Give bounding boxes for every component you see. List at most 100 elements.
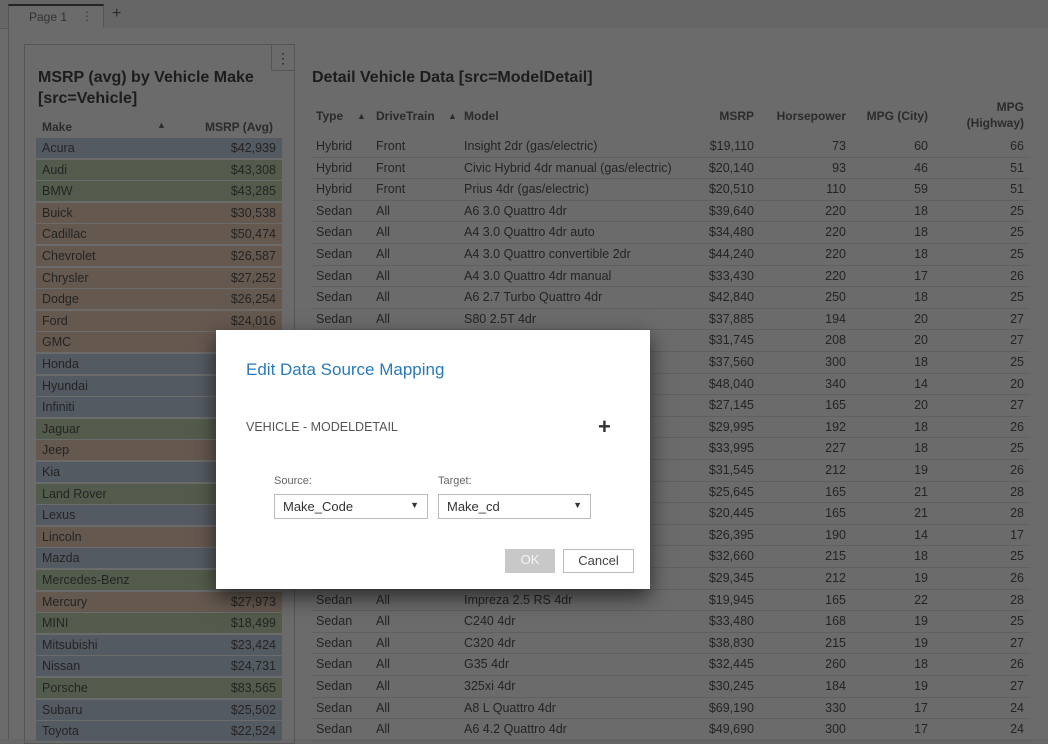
mpg-highway-cell: 27 bbox=[1010, 333, 1024, 348]
detail-row[interactable]: Sedan All A6 3.0 Quattro 4dr $39,640 220 18 25 bbox=[312, 201, 1030, 223]
make-name: Audi bbox=[42, 162, 68, 177]
make-name: Toyota bbox=[42, 724, 79, 739]
model-cell: Civic Hybrid 4dr manual (gas/electric) bbox=[464, 160, 672, 175]
make-row[interactable]: BMW $43,285 bbox=[36, 181, 282, 203]
make-row[interactable]: Audi $43,308 bbox=[36, 159, 282, 181]
col-header-make[interactable]: Make bbox=[42, 120, 72, 134]
make-name: GMC bbox=[42, 335, 72, 350]
add-mapping-plus-icon[interactable]: + bbox=[598, 414, 611, 440]
ok-button[interactable]: OK bbox=[505, 549, 555, 573]
detail-row[interactable]: Sedan All A6 4.2 Quattro 4dr $49,690 300 17 24 bbox=[312, 719, 1030, 741]
make-row[interactable]: Mitsubishi $23,424 bbox=[36, 634, 282, 656]
edit-data-source-mapping-dialog: Edit Data Source Mapping VEHICLE - MODEL… bbox=[216, 330, 650, 589]
mpg-highway-cell: 25 bbox=[1010, 290, 1024, 305]
make-row[interactable]: Buick $30,538 bbox=[36, 202, 282, 224]
mpg-highway-cell: 27 bbox=[1010, 311, 1024, 326]
horsepower-cell: 300 bbox=[825, 722, 846, 737]
mpg-highway-cell: 27 bbox=[1010, 679, 1024, 693]
make-row[interactable]: Ford $24,016 bbox=[36, 310, 282, 332]
horsepower-cell: 212 bbox=[825, 571, 846, 585]
horsepower-cell: 190 bbox=[825, 527, 846, 542]
detail-row[interactable]: Sedan All G35 4dr $32,445 260 18 26 bbox=[312, 654, 1030, 676]
mpg-highway-cell: 17 bbox=[1010, 527, 1024, 542]
make-name: Dodge bbox=[42, 292, 79, 307]
sort-asc-icon: ▲ bbox=[157, 120, 166, 130]
drivetrain-cell: All bbox=[376, 657, 390, 672]
make-name: Nissan bbox=[42, 659, 81, 674]
type-cell: Sedan bbox=[316, 679, 353, 693]
mpg-highway-cell: 26 bbox=[1010, 268, 1024, 283]
horsepower-cell: 110 bbox=[826, 182, 846, 197]
col-header-type[interactable]: Type bbox=[316, 109, 343, 123]
col-header-msrp[interactable]: MSRP bbox=[719, 109, 754, 123]
type-cell: Hybrid bbox=[316, 139, 353, 153]
make-row[interactable]: Chrysler $27,252 bbox=[36, 267, 282, 289]
mpg-city-cell: 18 bbox=[914, 549, 928, 564]
drivetrain-cell: All bbox=[376, 592, 390, 607]
detail-row[interactable]: Hybrid Front Civic Hybrid 4dr manual (gas/… bbox=[312, 158, 1030, 180]
type-cell: Sedan bbox=[316, 635, 353, 650]
detail-row[interactable]: Sedan All C240 4dr $33,480 168 19 25 bbox=[312, 611, 1030, 633]
mpg-city-cell: 20 bbox=[914, 311, 928, 326]
horsepower-cell: 215 bbox=[825, 635, 846, 650]
make-row[interactable]: Toyota $22,524 bbox=[36, 721, 282, 743]
drivetrain-cell: All bbox=[376, 290, 390, 305]
col-header-drivetrain[interactable]: DriveTrain bbox=[376, 109, 435, 123]
col-header-model[interactable]: Model bbox=[464, 109, 499, 123]
detail-row[interactable]: Sedan All A4 3.0 Quattro 4dr auto $34,480 22… bbox=[312, 222, 1030, 244]
make-name: Honda bbox=[42, 357, 79, 371]
mpg-highway-cell: 25 bbox=[1010, 247, 1024, 261]
page-tab-bar: Page 1 ⋮ + bbox=[0, 0, 1048, 29]
make-row[interactable]: Cadillac $50,474 bbox=[36, 224, 282, 246]
detail-row[interactable]: Sedan All Impreza 2.5 RS 4dr $19,945 165 22 28 bbox=[312, 590, 1030, 612]
detail-row[interactable]: Sedan All 325xi 4dr $30,245 184 19 27 bbox=[312, 676, 1030, 698]
mpg-highway-cell: 25 bbox=[1010, 225, 1024, 240]
make-row[interactable]: Nissan $24,731 bbox=[36, 656, 282, 678]
col-header-mpg-highway[interactable]: MPG (Highway) bbox=[954, 99, 1024, 131]
horsepower-cell: 165 bbox=[825, 398, 846, 413]
model-cell: A6 2.7 Turbo Quattro 4dr bbox=[464, 290, 603, 305]
horsepower-cell: 227 bbox=[825, 441, 846, 456]
panel-menu-icon[interactable]: ⋮ bbox=[271, 45, 294, 71]
add-page-button[interactable]: + bbox=[112, 5, 121, 23]
tab-page-1[interactable]: Page 1 ⋮ bbox=[8, 4, 104, 29]
detail-row[interactable]: Sedan All A8 L Quattro 4dr $69,190 330 17 24 bbox=[312, 698, 1030, 720]
msrp-cell: $32,445 bbox=[708, 657, 754, 672]
col-header-mpg-city[interactable]: MPG (City) bbox=[867, 109, 928, 123]
make-row[interactable]: Chevrolet $26,587 bbox=[36, 246, 282, 267]
tab-more-icon[interactable]: ⋮ bbox=[81, 9, 93, 23]
msrp-cell: $69,190 bbox=[708, 700, 754, 715]
drivetrain-cell: Front bbox=[376, 160, 406, 175]
target-value: Make_cd bbox=[447, 499, 500, 514]
msrp-cell: $33,480 bbox=[708, 614, 754, 629]
make-row[interactable]: Porsche $83,565 bbox=[36, 678, 282, 699]
make-row[interactable]: Subaru $25,502 bbox=[36, 699, 282, 721]
target-select[interactable]: Make_cd ▼ bbox=[438, 494, 591, 519]
detail-row[interactable]: Sedan All A4 3.0 Quattro convertible 2dr $4… bbox=[312, 244, 1030, 266]
col-header-msrp-avg[interactable]: MSRP (Avg) bbox=[205, 120, 273, 134]
detail-row[interactable]: Sedan All A6 2.7 Turbo Quattro 4dr $42,840 2… bbox=[312, 287, 1030, 309]
mpg-city-cell: 59 bbox=[914, 182, 928, 197]
detail-row[interactable]: Hybrid Front Prius 4dr (gas/electric) $20,5… bbox=[312, 179, 1030, 201]
mpg-city-cell: 17 bbox=[914, 722, 928, 737]
detail-row[interactable]: Sedan All S80 2.5T 4dr $37,885 194 20 27 bbox=[312, 309, 1030, 331]
detail-row[interactable]: Hybrid Front Insight 2dr (gas/electric) $19… bbox=[312, 136, 1030, 158]
make-row[interactable]: Acura $42,939 bbox=[36, 138, 282, 159]
cancel-button[interactable]: Cancel bbox=[563, 549, 634, 573]
make-name: Ford bbox=[42, 313, 68, 328]
detail-row[interactable]: Sedan All A4 3.0 Quattro 4dr manual $33,430… bbox=[312, 266, 1030, 288]
type-cell: Sedan bbox=[316, 311, 353, 326]
make-row[interactable]: Dodge $26,254 bbox=[36, 289, 282, 311]
source-select[interactable]: Make_Code ▼ bbox=[274, 494, 428, 519]
make-row[interactable]: Mercury $27,973 bbox=[36, 591, 282, 613]
make-row[interactable]: MINI $18,499 bbox=[36, 613, 282, 635]
source-value: Make_Code bbox=[283, 499, 354, 514]
detail-row[interactable]: Sedan All C320 4dr $38,830 215 19 27 bbox=[312, 633, 1030, 655]
msrp-avg-value: $26,254 bbox=[230, 292, 276, 307]
chevron-down-icon: ▼ bbox=[573, 500, 582, 510]
msrp-cell: $26,395 bbox=[708, 527, 754, 542]
msrp-cell: $30,245 bbox=[708, 679, 754, 693]
col-header-horsepower[interactable]: Horsepower bbox=[777, 109, 846, 123]
drivetrain-cell: All bbox=[376, 635, 390, 650]
msrp-cell: $49,690 bbox=[708, 722, 754, 737]
